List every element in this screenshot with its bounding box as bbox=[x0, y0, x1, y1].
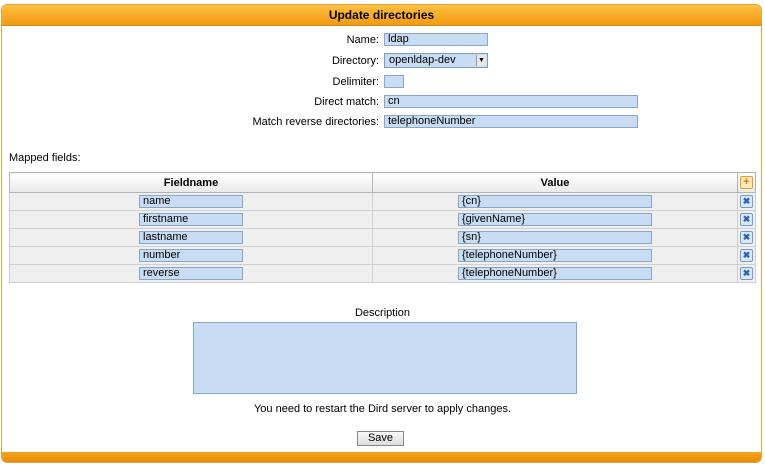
directory-label: Directory: bbox=[331, 55, 379, 67]
chevron-down-icon: ▼ bbox=[476, 55, 486, 66]
table-row: name {cn} ✖ bbox=[9, 192, 756, 211]
delete-icon[interactable]: ✖ bbox=[740, 249, 753, 262]
description-textarea[interactable] bbox=[193, 322, 577, 394]
mapped-fields-table: Fieldname Value + name {cn} ✖ firstname … bbox=[9, 172, 756, 283]
value-field[interactable]: {cn} bbox=[458, 195, 652, 208]
directory-selected-value: openldap-dev bbox=[389, 54, 456, 66]
value-field[interactable]: {telephoneNumber} bbox=[458, 249, 652, 262]
reverse-row: Match reverse directories: telephoneNumb… bbox=[2, 115, 761, 131]
panel-title: Update directories bbox=[2, 5, 761, 26]
reverse-field[interactable]: telephoneNumber bbox=[384, 115, 638, 128]
fieldname-field[interactable]: name bbox=[139, 195, 243, 208]
delimiter-field[interactable] bbox=[384, 75, 404, 88]
save-button[interactable]: Save bbox=[357, 431, 404, 446]
fieldname-field[interactable]: lastname bbox=[139, 231, 243, 244]
fieldname-header: Fieldname bbox=[9, 172, 373, 193]
table-row: number {telephoneNumber} ✖ bbox=[9, 246, 756, 265]
table-header-row: Fieldname Value + bbox=[9, 172, 756, 193]
name-label: Name: bbox=[346, 34, 379, 46]
direct-match-label: Direct match: bbox=[314, 96, 379, 108]
restart-notice: You need to restart the Dird server to a… bbox=[253, 403, 512, 415]
direct-match-row: Direct match: cn bbox=[2, 95, 761, 111]
fieldname-field[interactable]: firstname bbox=[139, 213, 243, 226]
value-field[interactable]: {telephoneNumber} bbox=[458, 267, 652, 280]
add-cell: + bbox=[737, 172, 756, 193]
directory-row: Directory: openldap-dev ▼ bbox=[2, 53, 761, 69]
delete-icon[interactable]: ✖ bbox=[740, 213, 753, 226]
delete-icon[interactable]: ✖ bbox=[740, 195, 753, 208]
update-directories-panel: Update directories Name: ldap Directory:… bbox=[1, 4, 762, 463]
table-row: lastname {sn} ✖ bbox=[9, 228, 756, 247]
fieldname-field[interactable]: number bbox=[139, 249, 243, 262]
reverse-label: Match reverse directories: bbox=[252, 116, 379, 128]
add-icon[interactable]: + bbox=[740, 176, 753, 189]
directory-select[interactable]: openldap-dev ▼ bbox=[384, 53, 488, 68]
value-field[interactable]: {sn} bbox=[458, 231, 652, 244]
delimiter-row: Delimiter: bbox=[2, 75, 761, 91]
value-header: Value bbox=[372, 172, 738, 193]
name-row: Name: ldap bbox=[2, 33, 761, 49]
panel-footer-bar bbox=[2, 452, 761, 462]
fieldname-field[interactable]: reverse bbox=[139, 267, 243, 280]
direct-match-field[interactable]: cn bbox=[384, 95, 638, 108]
delimiter-label: Delimiter: bbox=[332, 76, 379, 88]
mapped-fields-label: Mapped fields: bbox=[9, 152, 81, 164]
description-label: Description bbox=[354, 307, 411, 319]
value-field[interactable]: {givenName} bbox=[458, 213, 652, 226]
table-row: reverse {telephoneNumber} ✖ bbox=[9, 264, 756, 283]
delete-icon[interactable]: ✖ bbox=[740, 267, 753, 280]
name-field[interactable]: ldap bbox=[384, 33, 488, 46]
delete-icon[interactable]: ✖ bbox=[740, 231, 753, 244]
table-row: firstname {givenName} ✖ bbox=[9, 210, 756, 229]
